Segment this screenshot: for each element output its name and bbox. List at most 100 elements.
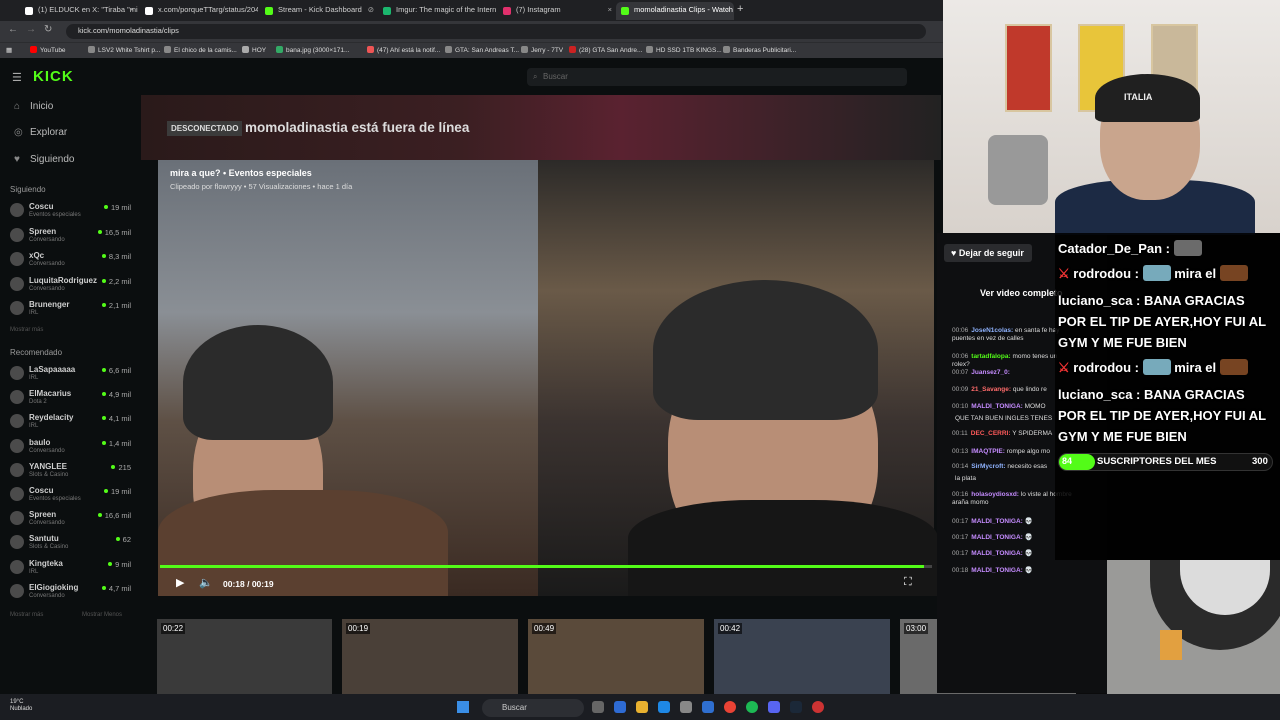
- clip-thumbnail[interactable]: 00:19: [342, 619, 518, 694]
- chat-message: 00:16 holasoydiosxd: lo viste al hombre a…: [952, 491, 1072, 507]
- steam-icon[interactable]: [790, 701, 802, 713]
- play-icon[interactable]: ▶: [176, 576, 184, 589]
- bookmark[interactable]: Banderas Publicitari...: [723, 46, 796, 54]
- sidebar-channel[interactable]: Kingteka IRL 9 mil: [10, 557, 136, 579]
- unfollow-button[interactable]: ♥ Dejar de seguir: [944, 244, 1032, 262]
- sidebar-channel[interactable]: YANGLEE Slots & Casino 215: [10, 460, 136, 482]
- spotify-icon[interactable]: [746, 701, 758, 713]
- chat-username[interactable]: MALDI_TONIGA:: [971, 518, 1023, 525]
- close-tab-icon[interactable]: ×: [726, 5, 730, 14]
- browser-tab[interactable]: x.com/porqueTTarg/status/204: [140, 2, 258, 20]
- nav-explore[interactable]: ◎ Explorar: [14, 127, 67, 138]
- nav-home[interactable]: ⌂ Inicio: [14, 101, 53, 112]
- sidebar-channel[interactable]: LaSapaaaaa IRL 6,6 mil: [10, 363, 136, 385]
- sidebar-channel[interactable]: xQc Conversando 8,3 mil: [10, 249, 136, 271]
- chat-username[interactable]: MALDI_TONIGA:: [971, 550, 1023, 557]
- chat-text: 💀: [1024, 518, 1033, 525]
- windows-start-icon[interactable]: [457, 701, 469, 713]
- bookmark[interactable]: HD SSD 1TB KINGS...: [646, 46, 722, 54]
- bookmark[interactable]: GTA: San Andreas T...: [445, 46, 519, 54]
- chat-username[interactable]: SirMycroft:: [971, 463, 1005, 470]
- clip-meta: Clipeado por flowryyy • 57 Visualizacion…: [170, 182, 353, 191]
- search-input[interactable]: Buscar: [527, 68, 907, 86]
- file-explorer-icon[interactable]: [636, 701, 648, 713]
- avatar: [10, 366, 24, 380]
- video-frame-right: [538, 160, 938, 596]
- sidebar-channel[interactable]: Coscu Eventos especiales 19 mil: [10, 484, 136, 506]
- bookmark[interactable]: LSV2 White Tshirt p...: [88, 46, 160, 54]
- task-view-icon[interactable]: [592, 701, 604, 713]
- back-icon[interactable]: ←: [8, 24, 18, 35]
- bookmark[interactable]: bana.jpg (3000×171...: [276, 46, 349, 54]
- chat-username[interactable]: MALDI_TONIGA:: [971, 534, 1023, 541]
- close-tab-icon[interactable]: ×: [608, 5, 612, 14]
- channel-category: IRL: [29, 310, 39, 316]
- sidebar-channel[interactable]: baulo Conversando 1,4 mil: [10, 436, 136, 458]
- close-tab-icon[interactable]: ×: [130, 5, 134, 14]
- apps-icon[interactable]: ▦: [6, 46, 12, 54]
- sidebar-channel[interactable]: Santutu Slots & Casino 62: [10, 532, 136, 554]
- clip-thumbnail[interactable]: 00:22: [157, 619, 332, 694]
- sidebar-channel[interactable]: Reydelacity IRL 4,1 mil: [10, 411, 136, 433]
- bookmark[interactable]: (47) Ahí está la notif...: [367, 46, 440, 54]
- sidebar-channel[interactable]: Spreen Conversando 16,5 mil: [10, 225, 136, 247]
- show-more-link[interactable]: Mostrar más: [10, 612, 43, 618]
- bookmark[interactable]: (28) GTA San Andre...: [569, 46, 642, 54]
- chat-username[interactable]: MALDI_TONIGA:: [971, 567, 1023, 574]
- browser-tab-active[interactable]: momoladinastia Clips - Watch ×: [616, 2, 734, 20]
- chat-username[interactable]: Juansez7_0:: [971, 369, 1010, 376]
- sidebar-channel[interactable]: Coscu Eventos especiales 19 mil: [10, 200, 136, 222]
- bookmark[interactable]: El chico de la camis...: [164, 46, 237, 54]
- obs-icon[interactable]: [812, 701, 824, 713]
- forward-icon[interactable]: →: [26, 24, 36, 35]
- show-less-link[interactable]: Mostrar Menos: [82, 612, 122, 618]
- volume-icon[interactable]: 🔈: [199, 576, 213, 589]
- bookmark[interactable]: Jerry - 7TV: [521, 46, 563, 54]
- chat-username[interactable]: 21_Savange:: [971, 386, 1011, 393]
- avatar: [10, 203, 24, 217]
- progress-bar[interactable]: [160, 565, 925, 568]
- chat-username[interactable]: IMAQTPIE:: [971, 448, 1005, 455]
- browser-tab[interactable]: (7) Instagram ×: [498, 2, 616, 20]
- full-video-link[interactable]: Ver video completo: [980, 288, 1063, 298]
- menu-icon[interactable]: ☰: [12, 71, 22, 84]
- channel-category: Conversando: [29, 285, 65, 292]
- chrome-icon[interactable]: [724, 701, 736, 713]
- sidebar-channel[interactable]: ElGiogioking Conversando 4,7 mil: [10, 581, 136, 603]
- sidebar-channel[interactable]: Spreen Conversando 16,6 mil: [10, 508, 136, 530]
- recommended-header: Recomendado: [10, 348, 63, 357]
- app-icon[interactable]: [702, 701, 714, 713]
- new-tab-icon[interactable]: +: [737, 3, 743, 15]
- chat-text: Y SPIDERMA: [1012, 430, 1053, 437]
- edge-icon[interactable]: [658, 701, 670, 713]
- show-more-link[interactable]: Mostrar más: [10, 327, 43, 333]
- chat-username[interactable]: holasoydiosxd:: [971, 491, 1019, 498]
- chat-username[interactable]: tartadfalopa:: [971, 353, 1010, 360]
- reload-icon[interactable]: ↻: [44, 24, 52, 35]
- weather-widget[interactable]: 19°C Nublado: [10, 699, 32, 713]
- copilot-icon[interactable]: [614, 701, 626, 713]
- subs-label: SUSCRIPTORES DEL MES: [1097, 456, 1217, 467]
- discord-icon[interactable]: [768, 701, 780, 713]
- chat-username[interactable]: JoseN1colas:: [971, 327, 1013, 334]
- nav-following[interactable]: ♥ Siguiendo: [14, 154, 74, 165]
- kick-logo[interactable]: KICK: [33, 68, 74, 85]
- chat-text: 💀: [1024, 534, 1033, 541]
- browser-tab[interactable]: (1) ELDUCK en X: "Tiraba "mirá ×: [20, 2, 138, 20]
- sidebar-channel[interactable]: LuquitaRodriguez Conversando 2,2 mil: [10, 274, 136, 296]
- bookmark[interactable]: YouTube: [30, 46, 66, 54]
- sidebar-channel[interactable]: ElMacarius Dota 2 4,9 mil: [10, 387, 136, 409]
- clip-thumbnail[interactable]: 00:49: [528, 619, 704, 694]
- browser-tab[interactable]: Imgur: The magic of the Intern: [378, 2, 496, 20]
- store-icon[interactable]: [680, 701, 692, 713]
- bookmark[interactable]: HOY: [242, 46, 266, 54]
- chat-username[interactable]: DEC_CERRI:: [971, 430, 1011, 437]
- browser-tab[interactable]: Stream - Kick Dashboard ⊘: [260, 2, 378, 20]
- chat-username[interactable]: MALDI_TONIGA:: [971, 403, 1023, 410]
- mute-icon[interactable]: ⊘: [368, 5, 374, 14]
- taskbar-search[interactable]: Buscar: [482, 699, 584, 717]
- fullscreen-icon[interactable]: ⛶: [904, 576, 912, 589]
- sidebar-channel[interactable]: Brunenger IRL 2,1 mil: [10, 298, 136, 320]
- clip-thumbnail[interactable]: 00:42: [714, 619, 890, 694]
- url-field[interactable]: kick.com/momoladinastia/clips: [66, 24, 926, 39]
